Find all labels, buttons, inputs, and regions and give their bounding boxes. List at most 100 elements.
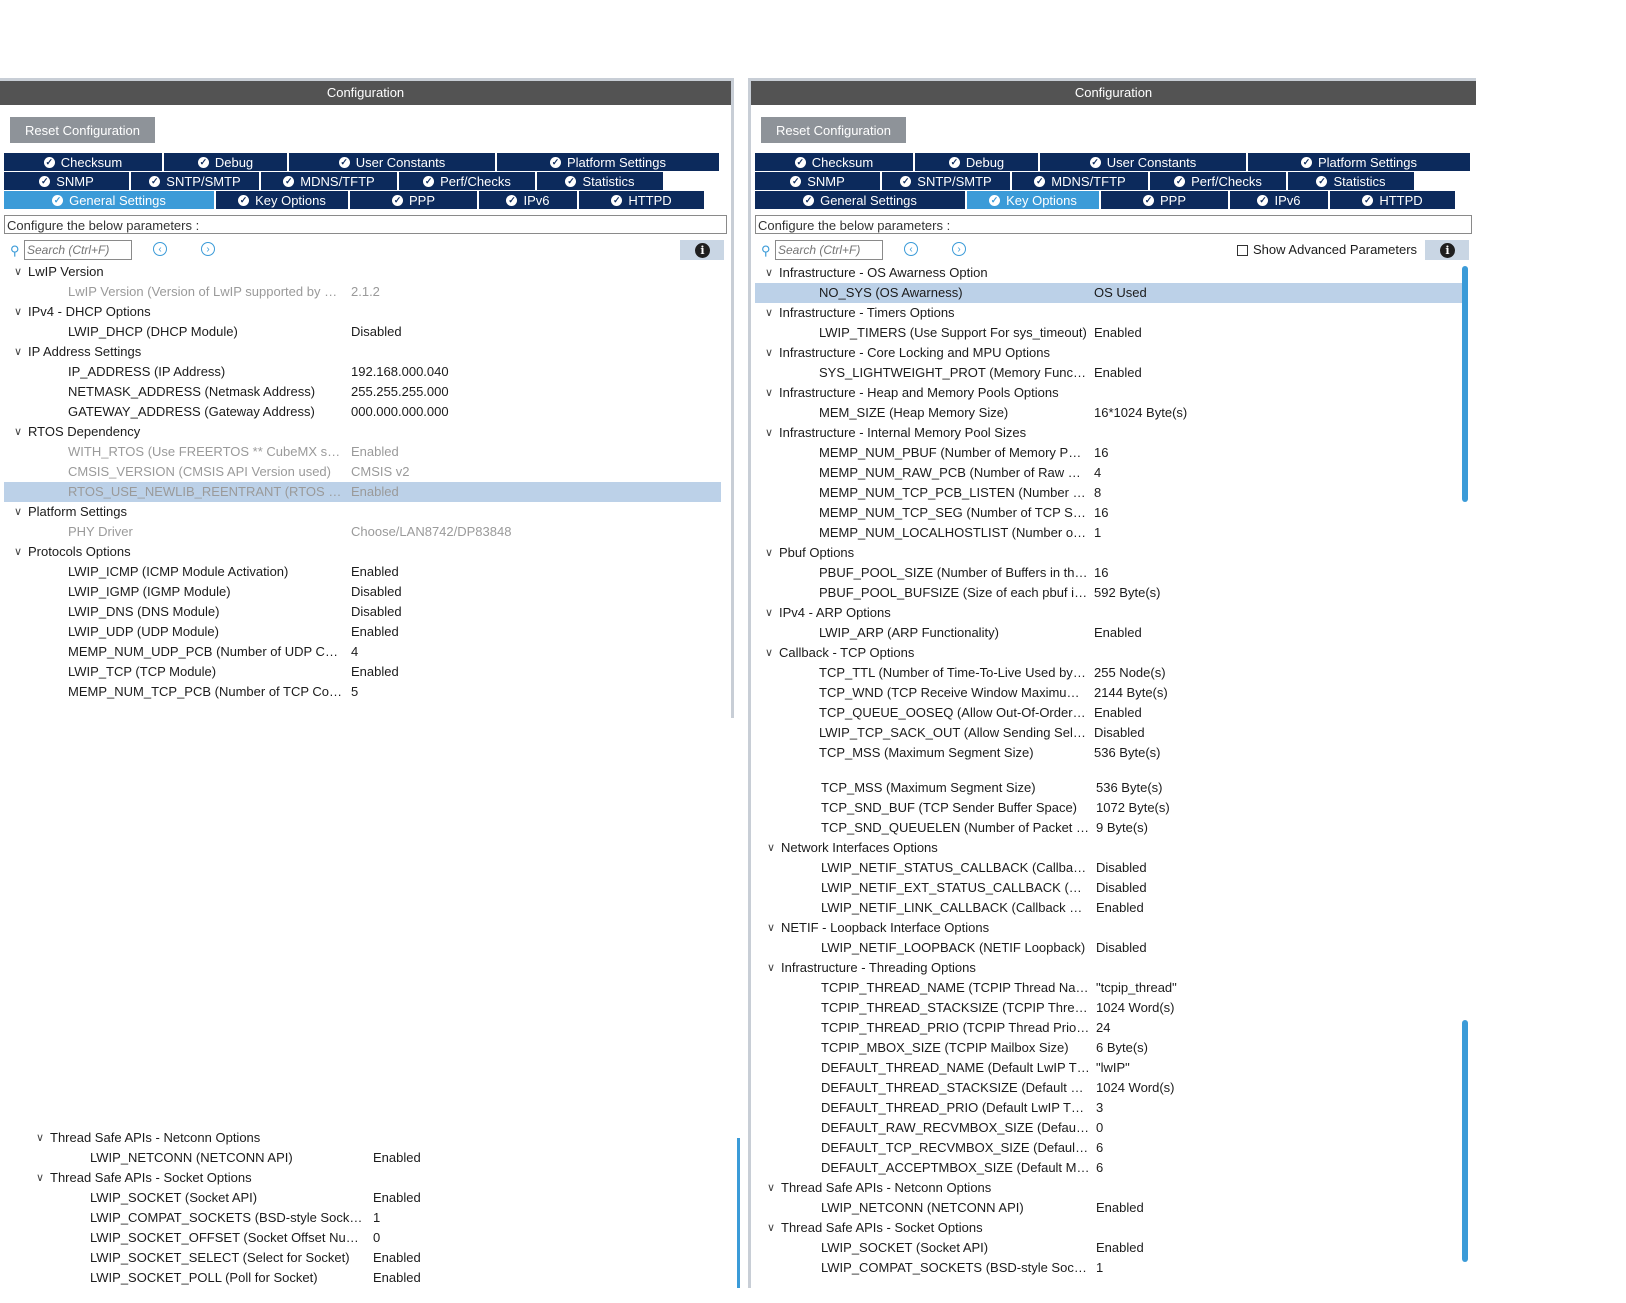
parameter-value[interactable]: Enabled bbox=[1096, 898, 1144, 918]
parameter-value[interactable]: 1024 Word(s) bbox=[1096, 998, 1175, 1018]
parameter-value[interactable]: 24 bbox=[1096, 1018, 1110, 1038]
parameter-row[interactable]: WITH_RTOS (Use FREERTOS ** CubeMX spec..… bbox=[4, 442, 721, 462]
chevron-down-icon[interactable]: ∨ bbox=[767, 838, 775, 858]
parameter-row[interactable]: LWIP_SOCKET (Socket API) Enabled bbox=[757, 1238, 1462, 1258]
parameter-value[interactable]: 8 bbox=[1094, 483, 1101, 503]
parameter-row[interactable]: MEMP_NUM_UDP_PCB (Number of UDP Conn... 4 bbox=[4, 642, 721, 662]
search-input[interactable] bbox=[24, 240, 132, 260]
parameter-row[interactable]: LWIP_ICMP (ICMP Module Activation) Enable… bbox=[4, 562, 721, 582]
search-previous-icon[interactable]: ‹ bbox=[153, 242, 167, 256]
tab-general-settings[interactable]: ✓ General Settings bbox=[755, 191, 967, 210]
parameter-value[interactable]: OS Used bbox=[1094, 283, 1147, 303]
tab-debug[interactable]: ✓ Debug bbox=[915, 153, 1040, 172]
parameter-row[interactable]: PBUF_POOL_BUFSIZE (Size of each pbuf in … bbox=[755, 583, 1462, 603]
parameter-row[interactable]: DEFAULT_THREAD_PRIO (Default LwIP Threa.… bbox=[757, 1098, 1462, 1118]
chevron-down-icon[interactable]: ∨ bbox=[14, 542, 22, 562]
tab-checksum[interactable]: ✓ Checksum bbox=[755, 153, 915, 172]
parameter-value[interactable]: 1 bbox=[1094, 523, 1101, 543]
parameter-row[interactable]: LWIP_TCP (TCP Module) Enabled bbox=[4, 662, 721, 682]
parameter-value[interactable]: Enabled bbox=[373, 1148, 421, 1168]
chevron-down-icon[interactable]: ∨ bbox=[767, 1178, 775, 1198]
info-button[interactable]: i bbox=[1425, 240, 1469, 260]
parameter-value[interactable]: 0 bbox=[373, 1228, 380, 1248]
tab-platform-settings[interactable]: ✓ Platform Settings bbox=[1248, 153, 1470, 172]
parameter-value[interactable]: Enabled bbox=[1094, 703, 1142, 723]
tab-ipv6[interactable]: ✓ IPv6 bbox=[1230, 191, 1330, 210]
parameter-row[interactable]: DEFAULT_ACCEPTMBOX_SIZE (Default Mailb..… bbox=[757, 1158, 1462, 1178]
parameter-value[interactable]: 192.168.000.040 bbox=[351, 362, 449, 382]
search-next-icon[interactable]: › bbox=[201, 242, 215, 256]
chevron-down-icon[interactable]: ∨ bbox=[36, 1128, 44, 1148]
info-button[interactable]: i bbox=[680, 240, 724, 260]
tab-debug[interactable]: ✓ Debug bbox=[164, 153, 289, 172]
chevron-down-icon[interactable]: ∨ bbox=[767, 1218, 775, 1238]
parameter-row[interactable]: TCP_MSS (Maximum Segment Size) 536 Byte(s… bbox=[755, 743, 1462, 763]
chevron-down-icon[interactable]: ∨ bbox=[765, 603, 773, 623]
parameter-group[interactable]: ∨ Protocols Options bbox=[4, 542, 721, 562]
parameter-row[interactable]: LWIP_UDP (UDP Module) Enabled bbox=[4, 622, 721, 642]
tab-platform-settings[interactable]: ✓ Platform Settings bbox=[497, 153, 719, 172]
parameter-group[interactable]: ∨ IP Address Settings bbox=[4, 342, 721, 362]
parameter-value[interactable]: 536 Byte(s) bbox=[1094, 743, 1160, 763]
parameter-value[interactable]: 6 Byte(s) bbox=[1096, 1038, 1148, 1058]
parameter-row[interactable]: MEMP_NUM_TCP_PCB_LISTEN (Number of Li...… bbox=[755, 483, 1462, 503]
chevron-down-icon[interactable]: ∨ bbox=[765, 343, 773, 363]
tab-key-options[interactable]: ✓ Key Options bbox=[967, 191, 1101, 210]
tab-general-settings[interactable]: ✓ General Settings bbox=[4, 191, 216, 210]
parameter-value[interactable]: Enabled bbox=[351, 562, 399, 582]
parameter-value[interactable]: Disabled bbox=[1096, 938, 1147, 958]
parameter-row[interactable]: PBUF_POOL_SIZE (Number of Buffers in the… bbox=[755, 563, 1462, 583]
parameter-group[interactable]: ∨ Infrastructure - OS Awarness Option bbox=[755, 263, 1462, 283]
parameter-group[interactable]: ∨ NETIF - Loopback Interface Options bbox=[757, 918, 1462, 938]
parameter-value[interactable]: Enabled bbox=[373, 1188, 421, 1208]
parameter-row[interactable]: MEMP_NUM_RAW_PCB (Number of Raw Prot... 4 bbox=[755, 463, 1462, 483]
parameter-group[interactable]: ∨ Infrastructure - Threading Options bbox=[757, 958, 1462, 978]
parameter-row[interactable]: LWIP_DNS (DNS Module) Disabled bbox=[4, 602, 721, 622]
parameter-value[interactable]: 536 Byte(s) bbox=[1096, 778, 1162, 798]
parameter-value[interactable]: 0 bbox=[1096, 1118, 1103, 1138]
parameter-row[interactable]: LWIP_SOCKET_SELECT (Select for Socket) En… bbox=[26, 1248, 734, 1268]
parameter-value[interactable]: 3 bbox=[1096, 1098, 1103, 1118]
parameter-value[interactable]: Disabled bbox=[351, 582, 402, 602]
chevron-down-icon[interactable]: ∨ bbox=[765, 643, 773, 663]
parameter-row[interactable]: TCPIP_THREAD_STACKSIZE (TCPIP Thread S..… bbox=[757, 998, 1462, 1018]
parameter-value[interactable]: 255.255.255.000 bbox=[351, 382, 449, 402]
scrollbar[interactable] bbox=[1462, 266, 1468, 502]
parameter-value[interactable]: 16*1024 Byte(s) bbox=[1094, 403, 1187, 423]
parameter-row[interactable]: LWIP_NETCONN (NETCONN API) Enabled bbox=[26, 1148, 734, 1168]
parameter-value[interactable]: Enabled bbox=[1096, 1198, 1144, 1218]
chevron-down-icon[interactable]: ∨ bbox=[765, 383, 773, 403]
parameter-group[interactable]: ∨ Infrastructure - Timers Options bbox=[755, 303, 1462, 323]
parameter-value[interactable]: Choose/LAN8742/DP83848 bbox=[351, 522, 511, 542]
parameter-group[interactable]: ∨ IPv4 - ARP Options bbox=[755, 603, 1462, 623]
search-previous-icon[interactable]: ‹ bbox=[904, 242, 918, 256]
scrollbar[interactable] bbox=[1462, 1020, 1468, 1262]
parameter-value[interactable]: CMSIS v2 bbox=[351, 462, 410, 482]
tab-perf-checks[interactable]: ✓ Perf/Checks bbox=[399, 172, 537, 191]
parameter-group[interactable]: ∨ Thread Safe APIs - Socket Options bbox=[26, 1168, 734, 1188]
parameter-row[interactable]: MEMP_NUM_LOCALHOSTLIST (Number of Ho... 1 bbox=[755, 523, 1462, 543]
parameter-row[interactable]: PHY Driver Choose/LAN8742/DP83848 bbox=[4, 522, 721, 542]
tab-perf-checks[interactable]: ✓ Perf/Checks bbox=[1150, 172, 1288, 191]
parameter-value[interactable]: Enabled bbox=[351, 442, 399, 462]
parameter-row[interactable]: GATEWAY_ADDRESS (Gateway Address) 000.000… bbox=[4, 402, 721, 422]
parameter-row[interactable]: DEFAULT_THREAD_NAME (Default LwIP Thre..… bbox=[757, 1058, 1462, 1078]
parameter-row[interactable]: LWIP_NETIF_LOOPBACK (NETIF Loopback) Disa… bbox=[757, 938, 1462, 958]
parameter-row[interactable]: TCPIP_THREAD_NAME (TCPIP Thread Name) "tc… bbox=[757, 978, 1462, 998]
scrollbar[interactable] bbox=[737, 1138, 740, 1288]
parameter-group[interactable]: ∨ Thread Safe APIs - Netconn Options bbox=[757, 1178, 1462, 1198]
parameter-value[interactable]: 1 bbox=[373, 1208, 380, 1228]
tab-checksum[interactable]: ✓ Checksum bbox=[4, 153, 164, 172]
parameter-row[interactable]: TCP_MSS (Maximum Segment Size) 536 Byte(s… bbox=[757, 778, 1462, 798]
parameter-group[interactable]: ∨ Callback - TCP Options bbox=[755, 643, 1462, 663]
parameter-value[interactable]: Disabled bbox=[1096, 858, 1147, 878]
parameter-row[interactable]: NO_SYS (OS Awarness) OS Used bbox=[755, 283, 1462, 303]
parameter-value[interactable]: 1072 Byte(s) bbox=[1096, 798, 1170, 818]
parameter-row[interactable]: LWIP_NETIF_LINK_CALLBACK (Callback Fun..… bbox=[757, 898, 1462, 918]
parameter-value[interactable]: 16 bbox=[1094, 503, 1108, 523]
show-advanced-checkbox[interactable]: Show Advanced Parameters bbox=[1237, 242, 1417, 257]
parameter-value[interactable]: Enabled bbox=[1094, 363, 1142, 383]
parameter-row[interactable]: LWIP_TIMERS (Use Support For sys_timeout… bbox=[755, 323, 1462, 343]
parameter-row[interactable]: LWIP_SOCKET_OFFSET (Socket Offset Numb..… bbox=[26, 1228, 734, 1248]
search-input[interactable] bbox=[775, 240, 883, 260]
